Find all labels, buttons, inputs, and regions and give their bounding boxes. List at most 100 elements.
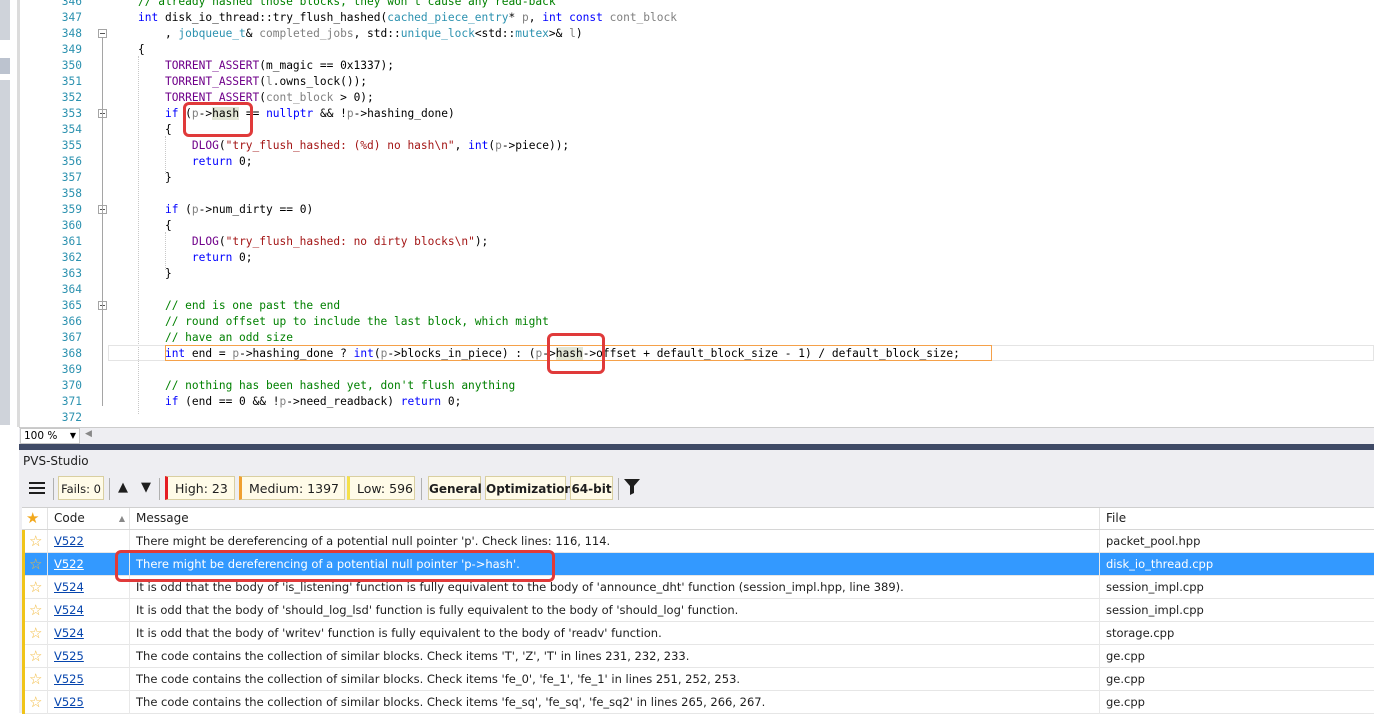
code-line[interactable]: 366 // round offset up to include the la… (12, 314, 1374, 330)
left-strip-band (0, 80, 10, 425)
code-line[interactable]: 349 { (12, 42, 1374, 58)
file-cell: session_impl.cpp (1106, 580, 1204, 594)
line-number: 362 (61, 251, 82, 264)
diagnostic-code-link[interactable]: V524 (54, 580, 84, 594)
messages-table: ★ Code ▲ Message File ☆ V522 There might b… (22, 507, 1374, 714)
fails-button[interactable]: Fails: 0 (58, 476, 104, 500)
code-text: if (p->num_dirty == 0) (164, 203, 314, 216)
favorite-star-icon[interactable]: ☆ (25, 530, 48, 553)
line-number: 354 (61, 123, 82, 136)
code-line[interactable]: 361 DLOG("try_flush_hashed: no dirty blo… (12, 234, 1374, 250)
diagnostic-code-link[interactable]: V522 (54, 557, 84, 571)
code-text: // end is one past the end (164, 299, 341, 312)
zoom-dropdown[interactable]: 100 % ▼ (20, 428, 80, 444)
code-line[interactable]: 347 int disk_io_thread::try_flush_hashed(… (12, 10, 1374, 26)
code-text: , jobqueue_t& completed_jobs, std::uniqu… (138, 27, 583, 40)
line-number: 353 (61, 107, 82, 120)
diagnostic-code-link[interactable]: V524 (54, 626, 84, 640)
table-row[interactable]: ☆ V524 It is odd that the body of 'writev'… (22, 622, 1374, 645)
favorite-column-star-icon[interactable]: ★ (22, 508, 48, 529)
left-strip-marker (0, 58, 10, 74)
code-line[interactable]: 372 (12, 410, 1374, 426)
collapse-icon[interactable] (98, 29, 107, 38)
annotation-box-hash-2 (547, 333, 605, 374)
line-number: 352 (61, 91, 82, 104)
scroll-left-icon[interactable]: ◀ (85, 429, 92, 439)
arrow-up-icon[interactable]: ▲ (115, 476, 131, 500)
table-row[interactable]: ☆ V525 The code contains the collection of… (22, 645, 1374, 668)
file-cell: ge.cpp (1106, 672, 1145, 686)
code-line[interactable]: 360 { (12, 218, 1374, 234)
code-line[interactable]: 351 TORRENT_ASSERT(l.owns_lock()); (12, 74, 1374, 90)
code-editor[interactable]: 346 // already hashed those blocks, they … (12, 0, 1374, 427)
diagnostic-code-link[interactable]: V524 (54, 603, 84, 617)
code-line[interactable]: 365 // end is one past the end (12, 298, 1374, 314)
code-line[interactable]: 371 if (end == 0 && !p->need_readback) r… (12, 394, 1374, 410)
64bit-filter-button[interactable]: 64-bit (570, 476, 613, 500)
menu-icon[interactable] (25, 476, 49, 500)
code-line[interactable]: 367 // have an odd size (12, 330, 1374, 346)
medium-filter-button[interactable]: Medium: 1397 (239, 476, 345, 500)
line-number: 371 (61, 395, 82, 408)
code-line[interactable]: 358 (12, 186, 1374, 202)
toolbar-divider (53, 478, 54, 500)
code-line[interactable]: 370 // nothing has been hashed yet, don'… (12, 378, 1374, 394)
code-text: } (138, 267, 172, 280)
diagnostic-code-link[interactable]: V525 (54, 672, 84, 686)
diagnostic-code-link[interactable]: V525 (54, 695, 84, 709)
indent-guide (165, 136, 166, 174)
column-header-message[interactable]: Message (130, 508, 1100, 529)
column-header-code[interactable]: Code ▲ (48, 508, 130, 529)
optimization-filter-button[interactable]: Optimization (485, 476, 573, 500)
line-number: 370 (61, 379, 82, 392)
code-line[interactable]: 363 } (12, 266, 1374, 282)
code-line[interactable]: 359 if (p->num_dirty == 0) (12, 202, 1374, 218)
filter-icon[interactable] (623, 476, 643, 500)
table-row[interactable]: ☆ V524 It is odd that the body of 'should_… (22, 599, 1374, 622)
diagnostic-code-link[interactable]: V525 (54, 649, 84, 663)
code-line[interactable]: 357 } (12, 170, 1374, 186)
line-number: 356 (61, 155, 82, 168)
general-filter-button[interactable]: General (428, 476, 482, 500)
code-line[interactable]: 369 (12, 362, 1374, 378)
code-line[interactable]: 350 TORRENT_ASSERT(m_magic == 0x1337); (12, 58, 1374, 74)
high-filter-button[interactable]: High: 23 (165, 476, 235, 500)
favorite-star-icon[interactable]: ☆ (25, 553, 48, 576)
arrow-down-icon[interactable]: ▼ (138, 476, 154, 500)
code-line[interactable]: 356 return 0; (12, 154, 1374, 170)
diagnostic-code-link[interactable]: V522 (54, 534, 84, 548)
favorite-star-icon[interactable]: ☆ (25, 599, 48, 622)
code-text: // round offset up to include the last b… (164, 315, 549, 328)
code-text: // have an odd size (164, 331, 293, 344)
column-header-file[interactable]: File (1100, 508, 1374, 529)
code-text: DLOG("try_flush_hashed: (%d) no hash\n",… (191, 139, 570, 152)
column-code-label: Code (54, 511, 85, 525)
code-line[interactable]: 346 // already hashed those blocks, they … (12, 0, 1374, 10)
code-line[interactable]: 362 return 0; (12, 250, 1374, 266)
message-cell: The code contains the collection of simi… (130, 668, 1100, 691)
favorite-star-icon[interactable]: ☆ (25, 691, 48, 714)
column-message-label: Message (136, 511, 189, 525)
code-text: } (138, 171, 172, 184)
line-number: 351 (61, 75, 82, 88)
code-text: { (138, 219, 172, 232)
code-line[interactable]: 348 , jobqueue_t& completed_jobs, std::u… (12, 26, 1374, 42)
table-row[interactable]: ☆ V525 The code contains the collection of… (22, 668, 1374, 691)
message-cell: The code contains the collection of simi… (130, 645, 1100, 668)
fold-region-line (102, 310, 103, 374)
code-text: TORRENT_ASSERT(l.owns_lock()); (164, 75, 368, 88)
code-line[interactable]: 364 (12, 282, 1374, 298)
favorite-star-icon[interactable]: ☆ (25, 668, 48, 691)
line-number: 347 (61, 11, 82, 24)
favorite-star-icon[interactable]: ☆ (25, 645, 48, 668)
favorite-star-icon[interactable]: ☆ (25, 576, 48, 599)
code-line[interactable]: 355 DLOG("try_flush_hashed: (%d) no hash… (12, 138, 1374, 154)
table-row[interactable]: ☆ V525 The code contains the collection of… (22, 691, 1374, 714)
favorite-star-icon[interactable]: ☆ (25, 622, 48, 645)
file-cell: ge.cpp (1106, 649, 1145, 663)
code-text: TORRENT_ASSERT(cont_block > 0); (164, 91, 374, 104)
editor-status-bar: 100 % ▼ ◀ (19, 427, 1374, 444)
message-cell: The code contains the collection of simi… (130, 691, 1100, 714)
low-filter-button[interactable]: Low: 596 (347, 476, 415, 500)
table-header: ★ Code ▲ Message File (22, 508, 1374, 530)
